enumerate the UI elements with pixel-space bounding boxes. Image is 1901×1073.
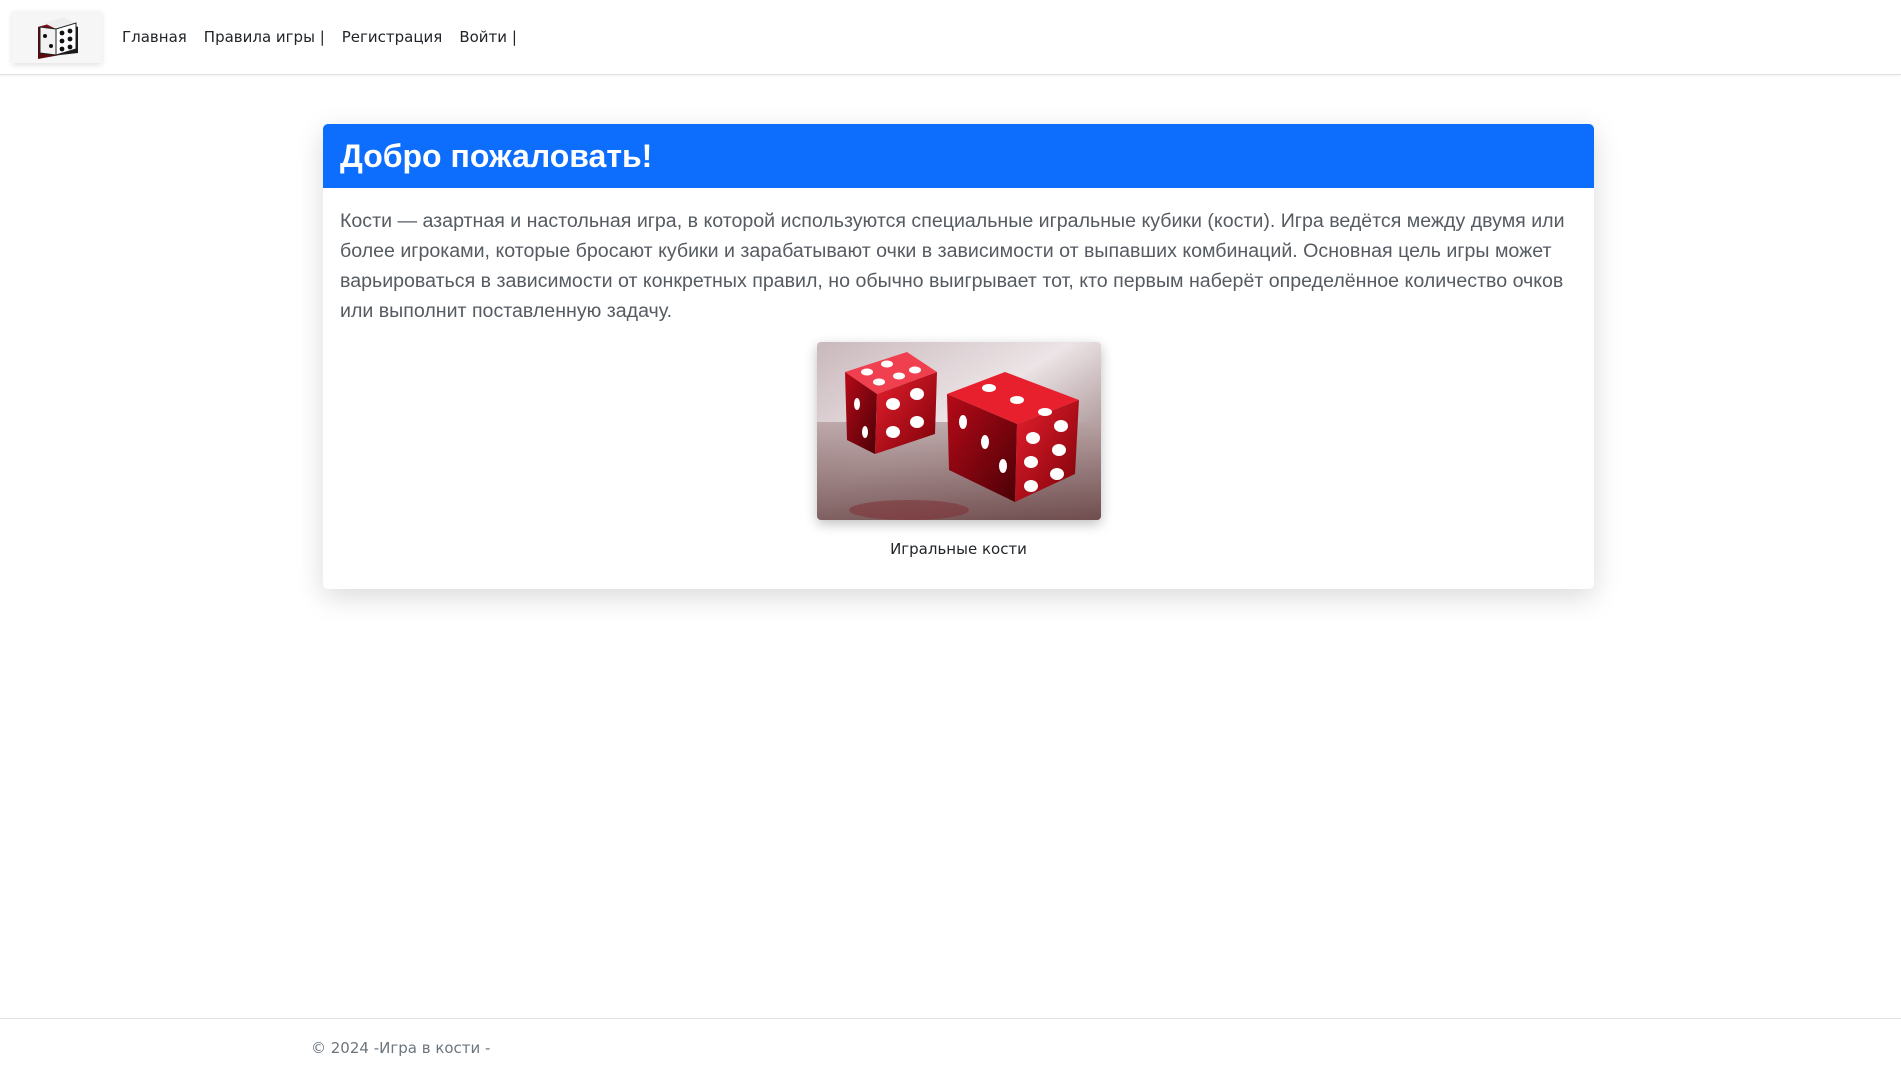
dice-figure: Игральные кости bbox=[340, 342, 1577, 558]
brand-logo[interactable] bbox=[12, 11, 102, 63]
page-footer: © 2024 -Игра в кости - bbox=[0, 1018, 1901, 1073]
card-body: Кости — азартная и настольная игра, в ко… bbox=[323, 188, 1594, 558]
dice-icon bbox=[38, 17, 78, 59]
nav-link-register[interactable]: Регистрация bbox=[342, 28, 443, 46]
footer-copyright: © 2024 -Игра в кости - bbox=[311, 1039, 491, 1057]
nav-link-home[interactable]: Главная bbox=[122, 28, 187, 46]
nav-links: Главная Правила игры | Регистрация Войти… bbox=[122, 28, 517, 46]
nav-link-rules[interactable]: Правила игры | bbox=[204, 28, 325, 46]
top-navbar: Главная Правила игры | Регистрация Войти… bbox=[0, 0, 1901, 75]
nav-link-login[interactable]: Войти | bbox=[459, 28, 517, 46]
card-header: Добро пожаловать! bbox=[323, 124, 1594, 188]
image-caption: Игральные кости bbox=[890, 540, 1027, 558]
page-title: Добро пожаловать! bbox=[340, 137, 653, 174]
welcome-card: Добро пожаловать! Кости — азартная и нас… bbox=[323, 124, 1594, 589]
dice-image bbox=[816, 342, 1101, 520]
intro-text: Кости — азартная и настольная игра, в ко… bbox=[340, 210, 1565, 322]
